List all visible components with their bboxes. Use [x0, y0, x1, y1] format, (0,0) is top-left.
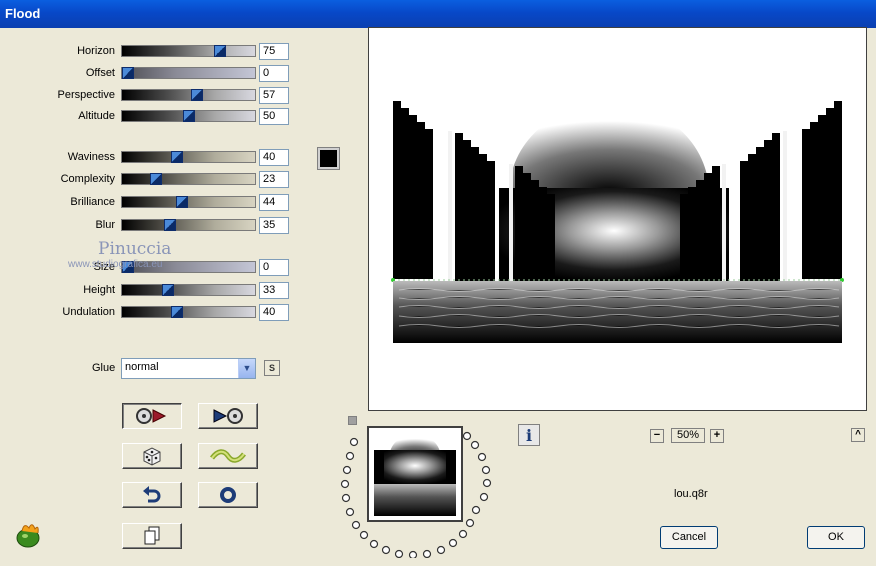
info-button[interactable]: i	[518, 424, 540, 446]
slider-value-field[interactable]: 40	[259, 304, 289, 321]
slider-altitude[interactable]: Altitude 50	[0, 108, 290, 126]
zoom-in-button[interactable]: +	[710, 429, 724, 443]
slider-height[interactable]: Height 33	[0, 282, 290, 300]
slider-label: Perspective	[57, 89, 115, 101]
dice-arrow-right-icon	[136, 408, 167, 424]
undo-button[interactable]	[122, 482, 182, 508]
navigator-handle[interactable]	[348, 416, 357, 425]
slider-thumb[interactable]	[150, 173, 162, 185]
slider-label: Horizon	[77, 45, 115, 57]
copy-pages-icon	[144, 526, 160, 545]
slider-thumb[interactable]	[183, 110, 195, 122]
wave-button[interactable]	[198, 443, 258, 469]
slider-thumb[interactable]	[176, 196, 188, 208]
preset-save-button[interactable]	[122, 403, 182, 429]
slider-value-field[interactable]: 33	[259, 282, 289, 299]
slider-track[interactable]	[121, 110, 256, 122]
slider-size[interactable]: Size 0	[0, 259, 290, 277]
slider-value-field[interactable]: 50	[259, 108, 289, 125]
dice-icon	[143, 447, 161, 466]
glue-label: Glue	[92, 362, 116, 374]
preset-load-button[interactable]	[198, 403, 258, 429]
slider-thumb[interactable]	[171, 306, 183, 318]
slider-value-field[interactable]: 35	[259, 217, 289, 234]
slider-label: Size	[93, 261, 115, 273]
collapse-button[interactable]: ^	[851, 428, 865, 442]
slider-value-field[interactable]: 40	[259, 149, 289, 166]
watermark-name: Pinuccia	[98, 239, 172, 259]
slider-horizon[interactable]: Horizon 75	[0, 43, 290, 61]
dialog-client: Horizon 75 Offset 0 Perspective 57 Altit…	[0, 27, 876, 566]
glue-s-button[interactable]: S	[264, 360, 280, 376]
reset-button[interactable]	[198, 482, 258, 508]
slider-track[interactable]	[121, 284, 256, 296]
preset-file-name: lou.q8r	[674, 488, 708, 500]
wave-icon	[210, 449, 246, 463]
slider-track[interactable]	[121, 219, 256, 231]
slider-thumb[interactable]	[214, 45, 226, 57]
slider-offset[interactable]: Offset 0	[0, 65, 290, 83]
slider-track[interactable]	[121, 89, 256, 101]
slider-thumb[interactable]	[122, 261, 134, 273]
zoom-level[interactable]: 50%	[671, 428, 705, 443]
slider-value-field[interactable]: 57	[259, 87, 289, 104]
slider-value-field[interactable]: 23	[259, 171, 289, 188]
ok-button[interactable]: OK	[807, 526, 865, 549]
slider-label: Brilliance	[70, 196, 115, 208]
slider-track[interactable]	[121, 261, 256, 273]
slider-track[interactable]	[121, 306, 256, 318]
slider-track[interactable]	[121, 45, 256, 57]
slider-label: Waviness	[67, 151, 115, 163]
slider-track[interactable]	[121, 67, 256, 79]
slider-label: Height	[83, 284, 115, 296]
ring-icon	[220, 487, 236, 503]
randomize-button[interactable]	[122, 443, 182, 469]
arrow-dice-icon	[213, 408, 243, 424]
slider-label: Altitude	[78, 110, 115, 122]
plugin-logo-icon	[16, 524, 40, 548]
svg-text:i: i	[526, 426, 532, 445]
slider-thumb[interactable]	[191, 89, 203, 101]
navigator-dot-ring	[340, 431, 492, 558]
slider-value-field[interactable]: 75	[259, 43, 289, 60]
slider-value-field[interactable]: 0	[259, 259, 289, 276]
slider-label: Complexity	[60, 173, 115, 185]
copy-button[interactable]	[122, 523, 182, 549]
chevron-down-icon[interactable]: ▼	[238, 359, 255, 378]
slider-label: Offset	[85, 67, 115, 79]
slider-undulation[interactable]: Undulation 40	[0, 304, 290, 322]
window-title: Flood	[5, 6, 41, 21]
cancel-button[interactable]: Cancel	[660, 526, 718, 549]
slider-thumb[interactable]	[164, 219, 176, 231]
slider-track[interactable]	[121, 173, 256, 185]
slider-value-field[interactable]: 44	[259, 194, 289, 211]
slider-track[interactable]	[121, 196, 256, 208]
slider-waviness[interactable]: Waviness 40	[0, 149, 290, 167]
slider-value-field[interactable]: 0	[259, 65, 289, 82]
slider-thumb[interactable]	[122, 67, 134, 79]
preview-pane[interactable]	[368, 27, 867, 411]
glue-selected-value: normal	[125, 361, 159, 373]
slider-blur[interactable]: Blur 35	[0, 217, 290, 235]
zoom-out-button[interactable]: −	[650, 429, 664, 443]
slider-thumb[interactable]	[171, 151, 183, 163]
info-icon: i	[526, 426, 532, 445]
slider-perspective[interactable]: Perspective 57	[0, 87, 290, 105]
slider-complexity[interactable]: Complexity 23	[0, 171, 290, 189]
slider-label: Undulation	[62, 306, 115, 318]
slider-label: Blur	[95, 219, 115, 231]
title-bar: Flood	[0, 0, 876, 28]
glue-select[interactable]: normal ▼	[121, 358, 256, 379]
slider-thumb[interactable]	[162, 284, 174, 296]
slider-track[interactable]	[121, 151, 256, 163]
flood-preview-image	[391, 101, 844, 343]
slider-brilliance[interactable]: Brilliance 44	[0, 194, 290, 212]
flood-color-swatch[interactable]	[317, 147, 340, 170]
undo-arrow-icon	[143, 486, 161, 503]
